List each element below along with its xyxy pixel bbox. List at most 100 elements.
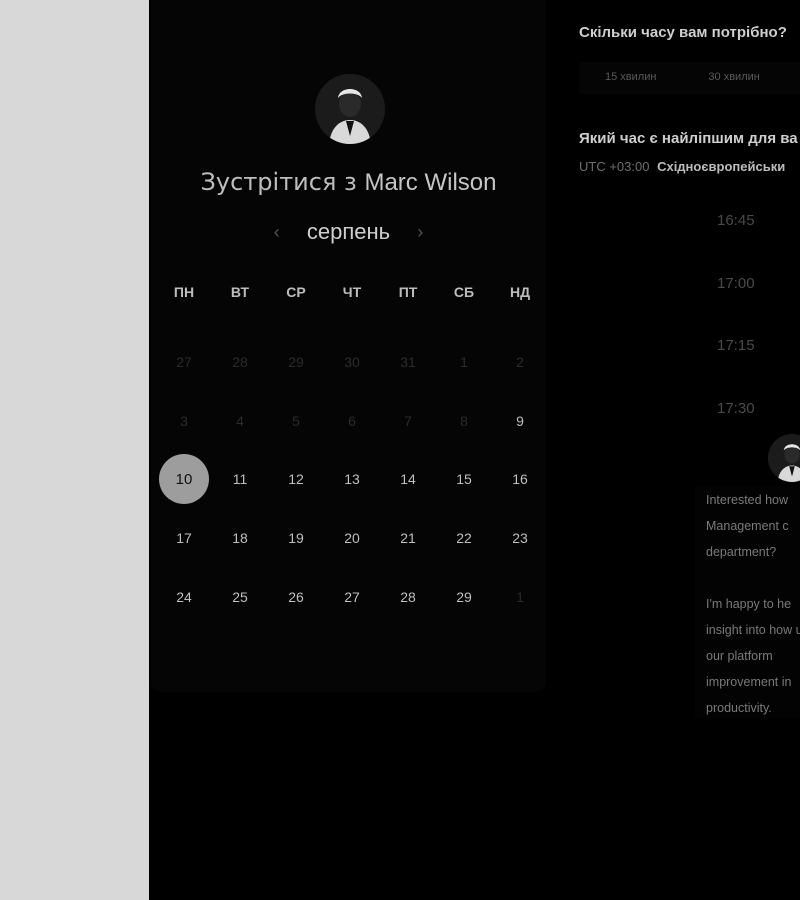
timezone-selector[interactable]: UTC +03:00 Східноєвропейськи [579,159,785,174]
calendar-day: 4 [212,392,268,451]
calendar-day[interactable]: 15 [436,450,492,509]
calendar-day-label: 26 [288,588,304,605]
calendar-day: 3 [156,392,212,451]
calendar-day-label: 1 [460,354,468,371]
calendar-day-label: 17 [176,530,192,547]
calendar-day-label: 18 [232,530,248,547]
host-name: Marc Wilson [364,169,497,196]
calendar-day-label: 29 [456,588,472,605]
calendar-card: Зустрітися з Marc Wilson ‹ серпень › ПН … [151,0,546,692]
calendar-day-label: 11 [232,471,248,488]
calendar-day[interactable]: 25 [212,567,268,626]
message-paragraph: I'm happy to he insight into how use our… [706,597,800,715]
calendar-day-label: 28 [232,354,248,371]
calendar-day-label: 8 [460,412,468,429]
duration-option-15[interactable]: 15 хвилин [579,62,682,94]
calendar-day: 8 [436,392,492,451]
calendar-day: 30 [324,333,380,392]
weekday-label: ПН [173,284,195,300]
calendar-day-label: 6 [348,412,356,429]
calendar-day-label: 24 [176,588,192,605]
weekday-label: СБ [453,284,475,300]
calendar-day-selected[interactable]: 10 [156,450,212,509]
calendar-day: 28 [212,333,268,392]
calendar-day[interactable]: 29 [436,567,492,626]
calendar-day-label: 19 [288,530,304,547]
next-month-icon[interactable]: › [410,222,430,243]
calendar-day[interactable]: 18 [212,509,268,568]
calendar-day[interactable]: 14 [380,450,436,509]
calendar-day[interactable]: 13 [324,450,380,509]
calendar-day-label: 12 [288,471,304,488]
timezone-offset: UTC +03:00 [579,159,650,174]
calendar-day-label: 22 [456,530,472,547]
calendar-day[interactable]: 17 [156,509,212,568]
calendar-day: 29 [268,333,324,392]
time-slot[interactable]: 16:45 [717,212,777,275]
calendar-day: 7 [380,392,436,451]
calendar-day[interactable]: 26 [268,567,324,626]
calendar-day-label: 23 [512,530,528,547]
calendar-day: 27 [156,333,212,392]
calendar-day-label: 1 [516,588,524,605]
calendar-day[interactable]: 21 [380,509,436,568]
timezone-name: Східноєвропейськи [657,159,786,174]
calendar-day-label: 31 [400,354,416,371]
calendar-day-label: 2 [516,354,524,371]
calendar-day-label: 13 [344,471,360,488]
calendar-day[interactable]: 11 [212,450,268,509]
calendar-day[interactable]: 27 [324,567,380,626]
calendar-day[interactable]: 22 [436,509,492,568]
left-gutter [0,0,149,900]
calendar-day[interactable]: 16 [492,450,548,509]
calendar-day[interactable]: 19 [268,509,324,568]
weekday-header: ПН ВТ СР ЧТ ПТ СБ НД [156,284,548,300]
calendar-day: 5 [268,392,324,451]
calendar-day[interactable]: 24 [156,567,212,626]
calendar-day-label: 3 [180,412,188,429]
calendar-day: 1 [492,567,548,626]
calendar-days-grid: 27 28 29 30 31 1 2 3 4 5 6 7 8 9 10 11 12 13 14 15 16 17 18 19 2… [156,333,548,626]
month-navigation: ‹ серпень › [151,218,546,245]
calendar-day[interactable]: 23 [492,509,548,568]
duration-option-30[interactable]: 30 хвилин [682,62,785,94]
weekday-label: ПТ [398,284,418,300]
weekday-label: НД [509,284,531,300]
calendar-day-label: 27 [344,588,360,605]
calendar-day-label: 30 [344,354,360,371]
month-label: серпень [306,219,391,245]
calendar-day-label: 10 [159,454,209,505]
message-paragraph: Interested how Management c department? [706,493,789,559]
weekday-label: СР [286,284,306,300]
calendar-day-label: 9 [516,412,524,429]
calendar-day[interactable]: 12 [268,450,324,509]
calendar-day-label: 15 [456,471,472,488]
calendar-day: 31 [380,333,436,392]
calendar-day-label: 27 [176,354,192,371]
calendar-day-label: 21 [400,530,416,547]
calendar-day[interactable]: 28 [380,567,436,626]
time-slot[interactable]: 17:15 [717,337,777,400]
time-slot-list: 16:45 17:00 17:15 17:30 [717,212,777,462]
calendar-day-label: 7 [404,412,412,429]
calendar-day-label: 5 [292,412,300,429]
calendar-day-label: 25 [232,588,248,605]
calendar-day-label: 29 [288,354,304,371]
calendar-day[interactable]: 20 [324,509,380,568]
prev-month-icon[interactable]: ‹ [267,222,287,243]
calendar-day: 6 [324,392,380,451]
weekday-label: ВТ [230,284,250,300]
calendar-day-label: 28 [400,588,416,605]
title-prefix: Зустрітися з [200,168,357,196]
calendar-day: 2 [492,333,548,392]
time-question: Який час є найліпшим для ва [579,130,798,147]
page-title: Зустрітися з Marc Wilson [151,168,546,197]
weekday-label: ЧТ [342,284,362,300]
calendar-day: 1 [436,333,492,392]
calendar-day-label: 16 [512,471,528,488]
calendar-day-label: 4 [236,412,244,429]
calendar-day[interactable]: 9 [492,392,548,451]
time-slot[interactable]: 17:00 [717,275,777,338]
duration-question: Скільки часу вам потрібно? [579,24,787,41]
host-avatar [315,74,385,144]
